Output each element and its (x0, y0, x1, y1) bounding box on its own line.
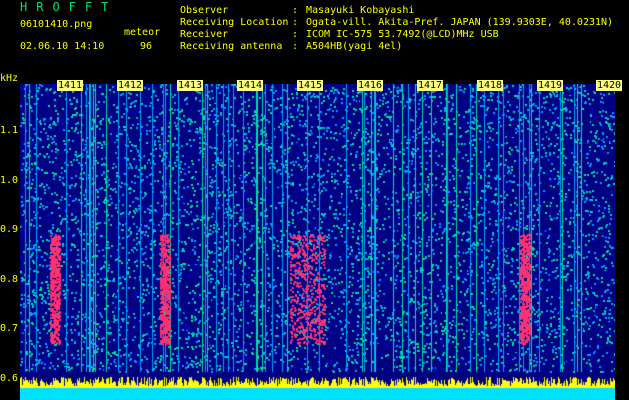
location-label: Receiving Location (180, 17, 289, 28)
y-axis (0, 72, 20, 400)
location-value: Ogata-vill. Akita-Pref. JAPAN (139.9303E… (306, 17, 614, 28)
y-tick: 1.0 (0, 175, 19, 186)
observer-label: Observer (180, 5, 229, 16)
y-tick: 0.6 (0, 373, 19, 384)
x-tick: 1419 (537, 80, 564, 91)
receiver-value: ICOM IC-575 53.7492(@LCD)MHz USB (306, 29, 499, 40)
x-tick: 1413 (177, 80, 204, 91)
x-tick: 1414 (237, 80, 264, 91)
meteor-label: meteor (124, 27, 161, 38)
meteor-count: 96 (140, 41, 153, 52)
app-title: HROFFT (20, 0, 118, 14)
x-tick: 1418 (477, 80, 504, 91)
x-tick: 1416 (357, 80, 384, 91)
colon: : (292, 41, 299, 52)
y-tick: 1.1 (0, 125, 19, 136)
y-tick: 0.7 (0, 323, 19, 334)
y-tick: 0.8 (0, 274, 19, 285)
receiver-label: Receiver (180, 29, 229, 40)
spectrogram-canvas (20, 84, 615, 400)
antenna-value: A504HB(yagi 4el) (306, 41, 403, 52)
antenna-label: Receiving antenna (180, 41, 283, 52)
file-name: 06101410.png (20, 19, 93, 30)
x-tick: 1420 (596, 80, 623, 91)
right-margin (615, 72, 629, 400)
observer-value: Masayuki Kobayashi (306, 5, 415, 16)
colon: : (292, 17, 299, 28)
x-tick: 1415 (297, 80, 324, 91)
colon: : (292, 5, 299, 16)
x-tick: 1412 (117, 80, 144, 91)
x-tick: 1417 (417, 80, 444, 91)
colon: : (292, 29, 299, 40)
y-unit-label: kHz (0, 73, 19, 84)
y-tick: 0.9 (0, 224, 19, 235)
date-time: 02.06.10 14:10 (20, 41, 105, 52)
header: HROFFT 06101410.png meteor 02.06.10 14:1… (0, 0, 629, 72)
x-tick: 1411 (57, 80, 84, 91)
